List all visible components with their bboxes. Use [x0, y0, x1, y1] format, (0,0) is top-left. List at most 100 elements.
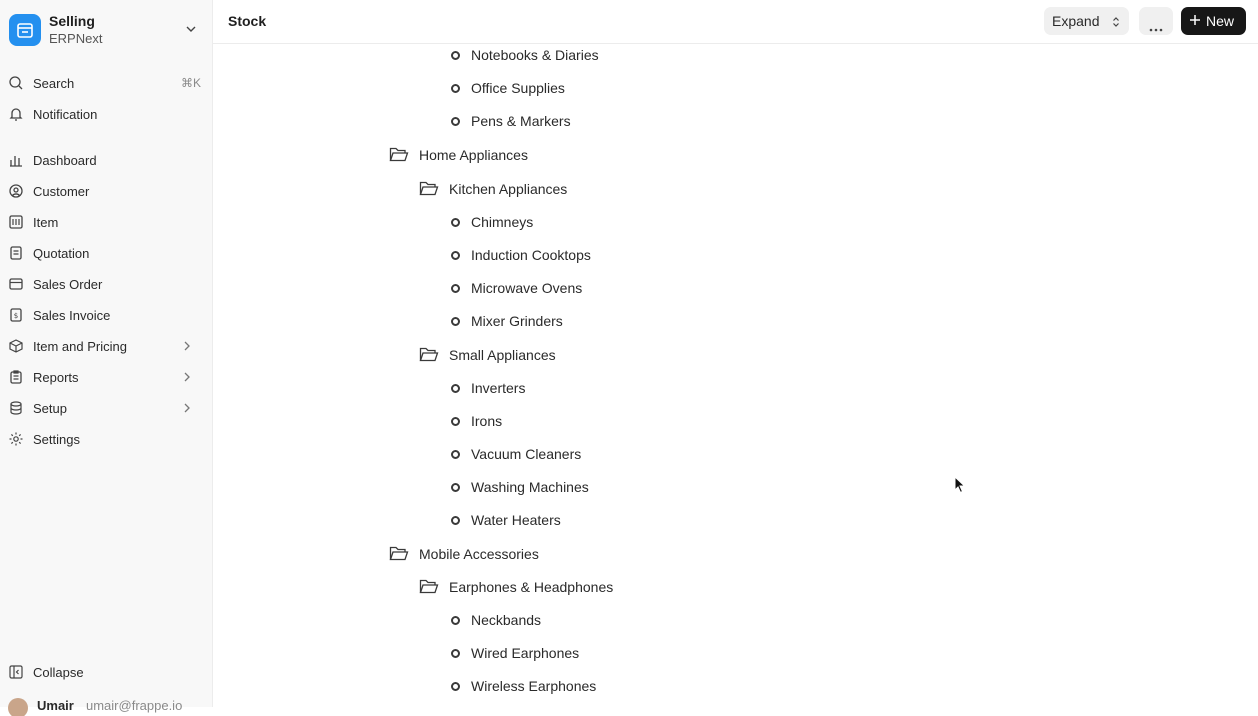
sidebar-item-label: Setup: [33, 401, 67, 416]
page-title: Stock: [228, 13, 267, 29]
sidebar-item-label: Reports: [33, 370, 79, 385]
leaf-dot-icon: [451, 218, 460, 227]
tree-node-label: Mobile Accessories: [419, 546, 539, 562]
chevron-right-icon: [182, 371, 192, 386]
database-icon: [8, 400, 24, 416]
sidebar-notification[interactable]: Notification: [0, 100, 212, 128]
plus-icon: [1189, 13, 1201, 30]
sidebar-item-sales-invoice[interactable]: $ Sales Invoice: [0, 301, 212, 329]
leaf-dot-icon: [451, 417, 460, 426]
svg-text:$: $: [14, 312, 18, 320]
sidebar-item-label: Item: [33, 215, 59, 230]
sidebar: Selling ERPNext Search ⌘K Notification D…: [0, 0, 213, 716]
clipboard-icon: [8, 369, 24, 385]
sidebar-item-label: Item and Pricing: [33, 339, 127, 354]
leaf-dot-icon: [451, 682, 460, 691]
sidebar-item-customer[interactable]: Customer: [0, 177, 212, 205]
document-icon: [8, 245, 24, 261]
chart-icon: [8, 152, 24, 168]
user-email: umair@frappe.io: [86, 698, 183, 713]
tree-node-label: Kitchen Appliances: [449, 181, 568, 197]
tree-node-label: Inverters: [471, 380, 526, 396]
app-logo-icon: [9, 14, 41, 46]
card-icon: [8, 276, 24, 292]
leaf-dot-icon: [451, 483, 460, 492]
tree-node-label: Water Heaters: [471, 512, 561, 528]
app-switcher[interactable]: Selling ERPNext: [9, 13, 205, 47]
sidebar-item-label: Customer: [33, 184, 90, 199]
app-subtitle: ERPNext: [49, 31, 103, 46]
leaf-dot-icon: [451, 450, 460, 459]
app-title: Selling: [49, 13, 95, 29]
box-icon: [8, 338, 24, 354]
sidebar-item-label: Dashboard: [33, 153, 97, 168]
chevron-down-icon: [185, 22, 197, 40]
more-options-button[interactable]: [1139, 7, 1173, 35]
page-header: Stock Expand New: [213, 0, 1258, 44]
leaf-dot-icon: [451, 84, 460, 93]
tree-node-label: Vacuum Cleaners: [471, 446, 582, 462]
leaf-dot-icon: [451, 616, 460, 625]
sidebar-item-sales-order[interactable]: Sales Order: [0, 270, 212, 298]
tree-node-label: Mixer Grinders: [471, 313, 563, 329]
leaf-dot-icon: [451, 317, 460, 326]
user-circle-icon: [8, 183, 24, 199]
user-name: Umair: [37, 698, 74, 713]
sidebar-item-item[interactable]: Item: [0, 208, 212, 236]
tree-node-label: Pens & Markers: [471, 113, 571, 129]
sidebar-item-label: Quotation: [33, 246, 90, 261]
folder-open-icon: [389, 545, 409, 565]
chevron-right-icon: [182, 402, 192, 417]
sidebar-search[interactable]: Search ⌘K: [0, 69, 212, 97]
leaf-dot-icon: [451, 516, 460, 525]
user-menu[interactable]: Umair umair@frappe.io: [8, 696, 208, 716]
expand-button[interactable]: Expand: [1044, 7, 1129, 35]
sidebar-item-settings[interactable]: Settings: [0, 425, 212, 453]
tree-view: Notebooks & Diaries Office Supplies Pens…: [213, 44, 1258, 707]
new-button[interactable]: New: [1181, 7, 1246, 35]
tree-node-label: Microwave Ovens: [471, 280, 583, 296]
tree-node-label: Small Appliances: [449, 347, 556, 363]
collapse-button[interactable]: Collapse: [0, 658, 212, 686]
tree-node-label: Wired Earphones: [471, 645, 580, 661]
leaf-dot-icon: [451, 284, 460, 293]
leaf-dot-icon: [451, 51, 460, 60]
tree-node-label: Irons: [471, 413, 503, 429]
sidebar-item-label: Settings: [33, 432, 80, 447]
new-label: New: [1206, 13, 1235, 29]
sidebar-item-label: Sales Invoice: [33, 308, 111, 323]
ellipsis-icon: [1149, 19, 1163, 37]
tree-node-label: Earphones & Headphones: [449, 579, 614, 595]
folder-open-icon: [419, 180, 439, 200]
expand-label: Expand: [1052, 13, 1100, 29]
sidebar-item-quotation[interactable]: Quotation: [0, 239, 212, 267]
sidebar-item-setup[interactable]: Setup: [0, 394, 212, 422]
tree-node-label: Notebooks & Diaries: [471, 47, 599, 63]
tree-node-label: Chimneys: [471, 214, 534, 230]
sidebar-search-label: Search: [33, 76, 75, 91]
bell-icon: [8, 106, 24, 122]
tree-node-label: Washing Machines: [471, 479, 589, 495]
collapse-icon: [8, 664, 24, 680]
invoice-icon: $: [8, 307, 24, 323]
sort-arrows-icon: [1112, 15, 1120, 31]
folder-open-icon: [389, 146, 409, 166]
sidebar-notification-label: Notification: [33, 107, 98, 122]
tree-node-label: Office Supplies: [471, 80, 565, 96]
sidebar-item-reports[interactable]: Reports: [0, 363, 212, 391]
mouse-pointer-icon: [954, 475, 966, 499]
avatar: [8, 698, 28, 716]
tree-node-label: Home Appliances: [419, 147, 528, 163]
leaf-dot-icon: [451, 384, 460, 393]
tree-node-label: Neckbands: [471, 612, 542, 628]
search-shortcut: ⌘K: [180, 76, 201, 90]
tree-node-label: Wireless Earphones: [471, 678, 597, 694]
barcode-icon: [8, 214, 24, 230]
leaf-dot-icon: [451, 117, 460, 126]
sidebar-item-dashboard[interactable]: Dashboard: [0, 146, 212, 174]
tree-node-label: Induction Cooktops: [471, 247, 591, 263]
folder-open-icon: [419, 578, 439, 598]
leaf-dot-icon: [451, 251, 460, 260]
sidebar-item-item-and-pricing[interactable]: Item and Pricing: [0, 332, 212, 360]
gear-icon: [8, 431, 24, 447]
